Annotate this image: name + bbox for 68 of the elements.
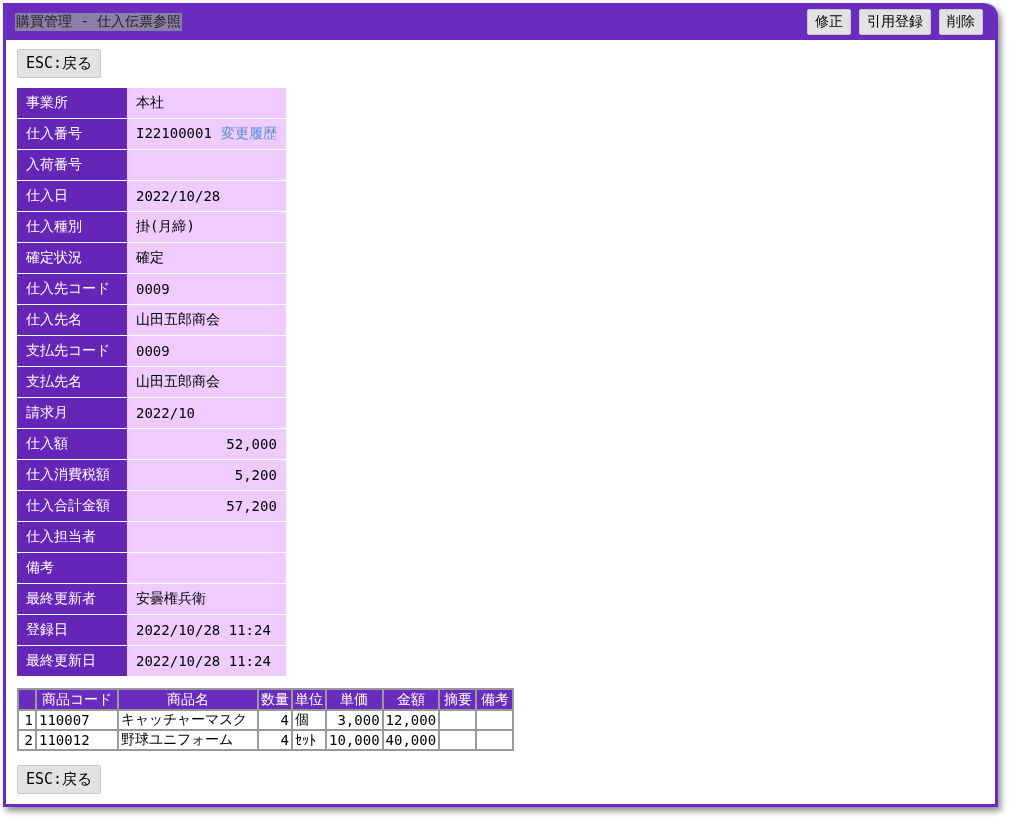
table-cell: 110012 <box>36 730 118 750</box>
field-value: I22100001 <box>136 125 212 141</box>
table-cell: 4 <box>258 710 292 730</box>
field-value: 2022/10/28 <box>127 180 286 212</box>
column-header: 単位 <box>292 689 326 710</box>
field-label: 請求月 <box>17 397 127 429</box>
toolbar-button[interactable]: 修正 <box>807 8 851 35</box>
column-header: 商品名 <box>118 689 258 710</box>
table-cell: 野球ユニフォーム <box>118 730 258 750</box>
table-cell <box>439 710 477 730</box>
table-cell: 2 <box>18 730 36 750</box>
field-value: 52,000 <box>127 428 286 460</box>
field-value: 2022/10/28 11:24 <box>127 614 286 646</box>
field-value: 2022/10 <box>127 397 286 429</box>
field-value: 掛(月締) <box>127 211 286 243</box>
field-label: 仕入額 <box>17 428 127 460</box>
table-cell: 1 <box>18 710 36 730</box>
field-label: 入荷番号 <box>17 149 127 181</box>
column-header: 商品コード <box>36 689 118 710</box>
field-value: 2022/10/28 11:24 <box>127 645 286 677</box>
column-header: 単価 <box>326 689 383 710</box>
table-cell <box>476 730 514 750</box>
field-value: 本社 <box>127 88 286 119</box>
table-cell <box>476 710 514 730</box>
column-header: 摘要 <box>439 689 477 710</box>
table-cell: 110007 <box>36 710 118 730</box>
field-label: 登録日 <box>17 614 127 646</box>
back-button[interactable]: ESC:戻る <box>17 49 102 78</box>
field-label: 仕入日 <box>17 180 127 212</box>
field-label: 仕入種別 <box>17 211 127 243</box>
table-cell: 10,000 <box>326 730 383 750</box>
field-label: 仕入先名 <box>17 304 127 336</box>
field-value: 山田五郎商会 <box>127 366 286 398</box>
field-value: 山田五郎商会 <box>127 304 286 336</box>
column-header: 数量 <box>258 689 292 710</box>
field-label: 備考 <box>17 552 127 584</box>
window-title: 購買管理 - 仕入伝票参照 <box>15 12 183 31</box>
field-value: 0009 <box>127 273 286 305</box>
column-header <box>18 689 36 710</box>
table-cell: キャッチャーマスク <box>118 710 258 730</box>
column-header: 金額 <box>382 689 440 710</box>
field-label: 最終更新日 <box>17 645 127 677</box>
table-cell: ｾｯﾄ <box>292 730 326 750</box>
table-cell: 40,000 <box>382 730 440 750</box>
field-label: 仕入先コード <box>17 273 127 305</box>
table-cell: 3,000 <box>326 710 383 730</box>
field-value: 0009 <box>127 335 286 367</box>
field-label: 確定状況 <box>17 242 127 274</box>
field-label: 支払先コード <box>17 335 127 367</box>
field-label: 最終更新者 <box>17 583 127 615</box>
table-cell: 個 <box>292 710 326 730</box>
table-cell: 12,000 <box>382 710 440 730</box>
field-label: 仕入合計金額 <box>17 490 127 522</box>
field-value: 57,200 <box>127 490 286 522</box>
field-label: 仕入番号 <box>17 118 127 150</box>
field-label: 支払先名 <box>17 366 127 398</box>
field-label: 仕入消費税額 <box>17 459 127 491</box>
column-header: 備考 <box>476 689 514 710</box>
field-value: 安曇権兵衛 <box>127 583 286 615</box>
back-button[interactable]: ESC:戻る <box>17 765 102 794</box>
field-label: 事業所 <box>17 88 127 119</box>
toolbar-button[interactable]: 削除 <box>939 8 983 35</box>
table-cell <box>439 730 477 750</box>
toolbar-button[interactable]: 引用登録 <box>859 8 931 35</box>
field-value: 確定 <box>127 242 286 274</box>
field-value: 5,200 <box>127 459 286 491</box>
field-label: 仕入担当者 <box>17 521 127 553</box>
table-cell: 4 <box>258 730 292 750</box>
